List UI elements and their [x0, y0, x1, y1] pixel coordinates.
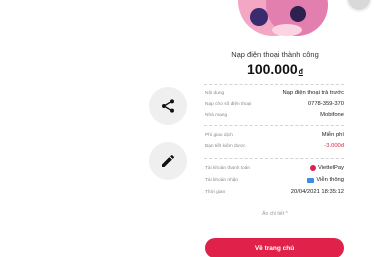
detail-row-savings: Bạn tiết kiệm được -3.000đ: [205, 143, 344, 149]
edit-icon: [162, 154, 174, 167]
detail-row-carrier: Nhà mạng Mobifone: [205, 112, 344, 118]
detail-row-fee: Phí giao dịch Miễn phí: [205, 132, 344, 138]
share-button[interactable]: [149, 87, 187, 125]
transaction-amount: 100.000đ: [247, 61, 303, 77]
home-button[interactable]: Về trang chủ: [205, 238, 344, 257]
detail-row-content: Nội dung Nạp điện thoại trả trước: [205, 90, 344, 96]
transaction-status-title: Nạp điện thoại thành công: [231, 50, 319, 59]
success-illustration: [232, 0, 342, 40]
detail-row-phone: Nạp cho số điện thoại 0778-359-370: [205, 101, 344, 107]
avatar: [344, 0, 374, 12]
divider: [204, 84, 344, 85]
divider: [204, 125, 344, 126]
edit-button[interactable]: [149, 142, 187, 180]
detail-row-time: Thời gian 20/04/2021 18:35:12: [205, 189, 344, 195]
divider: [204, 158, 344, 159]
detail-row-receiving-account: Tài khoản nhận Viễn thông: [205, 177, 344, 183]
detail-row-payment-account: Tài khoản thanh toán ViettelPay: [205, 165, 344, 171]
wallet-icon: [307, 177, 315, 183]
viettelpay-icon: [310, 165, 316, 171]
share-icon: [162, 99, 174, 113]
hide-details-toggle[interactable]: Ẩn chi tiết ^: [200, 211, 350, 217]
